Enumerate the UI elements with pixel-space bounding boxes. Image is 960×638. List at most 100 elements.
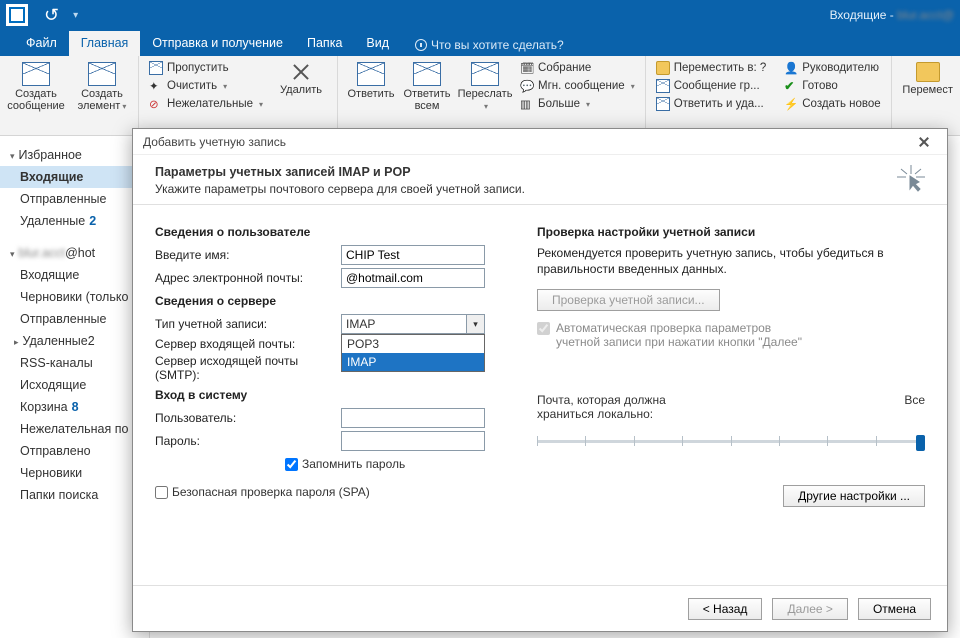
- forward-button[interactable]: Переслать▾: [458, 60, 512, 113]
- meeting-button[interactable]: 🗓Собрание: [518, 60, 637, 76]
- ribbon: Создать сообщение Создать элемент▾ Пропу…: [0, 56, 960, 136]
- spa-label: Безопасная проверка пароля (SPA): [172, 485, 370, 499]
- reply-all-button[interactable]: Ответить всем: [402, 60, 452, 114]
- nav-trash[interactable]: Корзина8: [0, 396, 149, 418]
- back-button[interactable]: < Назад: [688, 598, 763, 620]
- account-type-option-imap[interactable]: IMAP: [342, 353, 484, 371]
- email-label: Адрес электронной почты:: [155, 271, 341, 285]
- name-label: Введите имя:: [155, 248, 341, 262]
- junk-button[interactable]: ⊘Нежелательные▾: [147, 96, 265, 112]
- lightning-icon: ⚡: [784, 97, 798, 111]
- cancel-button[interactable]: Отмена: [858, 598, 931, 620]
- more-button[interactable]: ▥Больше▾: [518, 96, 637, 112]
- skip-icon: [149, 61, 163, 75]
- wizard-cursor-icon: [897, 165, 925, 193]
- tab-view[interactable]: Вид: [354, 31, 401, 56]
- nav-sent2[interactable]: Отправлено: [0, 440, 149, 462]
- nav-rss[interactable]: RSS-каналы: [0, 352, 149, 374]
- account-type-option-pop3[interactable]: POP3: [342, 335, 484, 353]
- forward-icon: [471, 62, 499, 86]
- section-user: Сведения о пользователе: [155, 225, 531, 239]
- outgoing-label: Сервер исходящей почты (SMTP):: [155, 354, 341, 382]
- section-server: Сведения о сервере: [155, 294, 531, 308]
- chevron-down-icon: ▾: [466, 315, 484, 333]
- close-button[interactable]: [909, 131, 939, 153]
- spa-checkbox[interactable]: [155, 486, 168, 499]
- nav-junk[interactable]: Нежелательная по: [0, 418, 149, 440]
- title-bar: ↺ ▾ Входящие - blur.acct@: [0, 0, 960, 30]
- dialog-footer: < Назад Далее > Отмена: [133, 585, 947, 631]
- check-icon: ✔: [784, 79, 798, 93]
- nav-deleted[interactable]: Удаленные2: [0, 330, 149, 352]
- add-account-dialog: Добавить учетную запись Параметры учетны…: [132, 128, 948, 632]
- password-input[interactable]: [341, 431, 485, 451]
- nav-fav-inbox[interactable]: Входящие: [0, 166, 149, 188]
- qs-manager[interactable]: 👤Руководителю: [782, 60, 882, 76]
- nav-outbox[interactable]: Исходящие: [0, 374, 149, 396]
- move-button[interactable]: Перемест: [900, 60, 956, 98]
- form-right: Проверка настройки учетной записи Рекоме…: [537, 219, 925, 577]
- qs-reply-delete[interactable]: Ответить и уда...: [654, 96, 769, 112]
- envelope-icon: [656, 97, 670, 111]
- new-mail-button[interactable]: Создать сообщение: [8, 60, 64, 114]
- name-input[interactable]: [341, 245, 485, 265]
- nav-inbox[interactable]: Входящие: [0, 264, 149, 286]
- more-settings-button[interactable]: Другие настройки ...: [783, 485, 925, 507]
- account-type-select[interactable]: IMAP ▾: [341, 314, 485, 334]
- slider-label-left: Почта, которая должна храниться локально…: [537, 393, 707, 421]
- test-blurb: Рекомендуется проверить учетную запись, …: [537, 245, 925, 277]
- email-input[interactable]: [341, 268, 485, 288]
- tab-folder[interactable]: Папка: [295, 31, 354, 56]
- nav-drafts[interactable]: Черновики (только: [0, 286, 149, 308]
- nav-sent[interactable]: Отправленные: [0, 308, 149, 330]
- im-button[interactable]: 💬Мгн. сообщение▾: [518, 78, 637, 94]
- nav-search-folders[interactable]: Папки поиска: [0, 484, 149, 506]
- window-title: Входящие - blur.acct@: [830, 8, 954, 22]
- dialog-subheading: Укажите параметры почтового сервера для …: [155, 182, 525, 196]
- reply-all-icon: [413, 62, 441, 86]
- dialog-titlebar: Добавить учетную запись: [133, 129, 947, 155]
- ribbon-tabs: Файл Главная Отправка и получение Папка …: [0, 30, 960, 56]
- clean-button[interactable]: ✦Очистить▾: [147, 78, 265, 94]
- slider-thumb[interactable]: [916, 435, 925, 451]
- qs-done[interactable]: ✔Готово: [782, 78, 882, 94]
- qat-chevron-icon[interactable]: ▾: [73, 10, 78, 21]
- broom-icon: ✦: [149, 79, 163, 93]
- slider-label-all: Все: [904, 393, 925, 421]
- tab-home[interactable]: Главная: [69, 31, 141, 56]
- skip-button[interactable]: Пропустить: [147, 60, 265, 76]
- section-login: Вход в систему: [155, 388, 531, 402]
- auto-test-checkbox: [537, 322, 550, 335]
- qs-move-to[interactable]: Переместить в: ?: [654, 60, 769, 76]
- envelope-icon: [656, 79, 670, 93]
- test-account-button[interactable]: Проверка учетной записи...: [537, 289, 720, 311]
- qs-team-msg[interactable]: Сообщение гр...: [654, 78, 769, 94]
- nav-fav-deleted[interactable]: Удаленные2: [0, 210, 149, 232]
- nav-account-header[interactable]: blur.acct@hot: [0, 242, 149, 264]
- undo-icon[interactable]: ↺: [44, 5, 59, 26]
- mail-storage-slider[interactable]: [537, 433, 925, 451]
- dialog-header: Параметры учетных записей IMAP и POP Ука…: [133, 155, 947, 204]
- user-input[interactable]: [341, 408, 485, 428]
- nav-drafts2[interactable]: Черновики: [0, 462, 149, 484]
- account-type-label: Тип учетной записи:: [155, 317, 341, 331]
- new-item-button[interactable]: Создать элемент▾: [74, 60, 130, 114]
- nav-favorites-header[interactable]: Избранное: [0, 144, 149, 166]
- tab-file[interactable]: Файл: [14, 31, 69, 56]
- reply-button[interactable]: Ответить: [346, 60, 396, 102]
- nav-fav-sent[interactable]: Отправленные: [0, 188, 149, 210]
- remember-password-checkbox[interactable]: [285, 458, 298, 471]
- folder-icon: [656, 61, 670, 75]
- tell-me[interactable]: Что вы хотите сделать?: [407, 34, 572, 56]
- dialog-body: Сведения о пользователе Введите имя: Адр…: [133, 205, 947, 585]
- tab-send-receive[interactable]: Отправка и получение: [140, 31, 295, 56]
- qs-create-new[interactable]: ⚡Создать новое: [782, 96, 882, 112]
- section-test: Проверка настройки учетной записи: [537, 225, 925, 239]
- delete-label: Удалить: [280, 84, 322, 96]
- meeting-icon: 🗓: [520, 61, 534, 75]
- bulb-icon: [415, 39, 427, 51]
- group-delete: Пропустить ✦Очистить▾ ⊘Нежелательные▾ Уд…: [139, 56, 338, 135]
- group-new: Создать сообщение Создать элемент▾: [0, 56, 139, 135]
- delete-button[interactable]: Удалить: [273, 60, 329, 98]
- block-icon: ⊘: [149, 97, 163, 111]
